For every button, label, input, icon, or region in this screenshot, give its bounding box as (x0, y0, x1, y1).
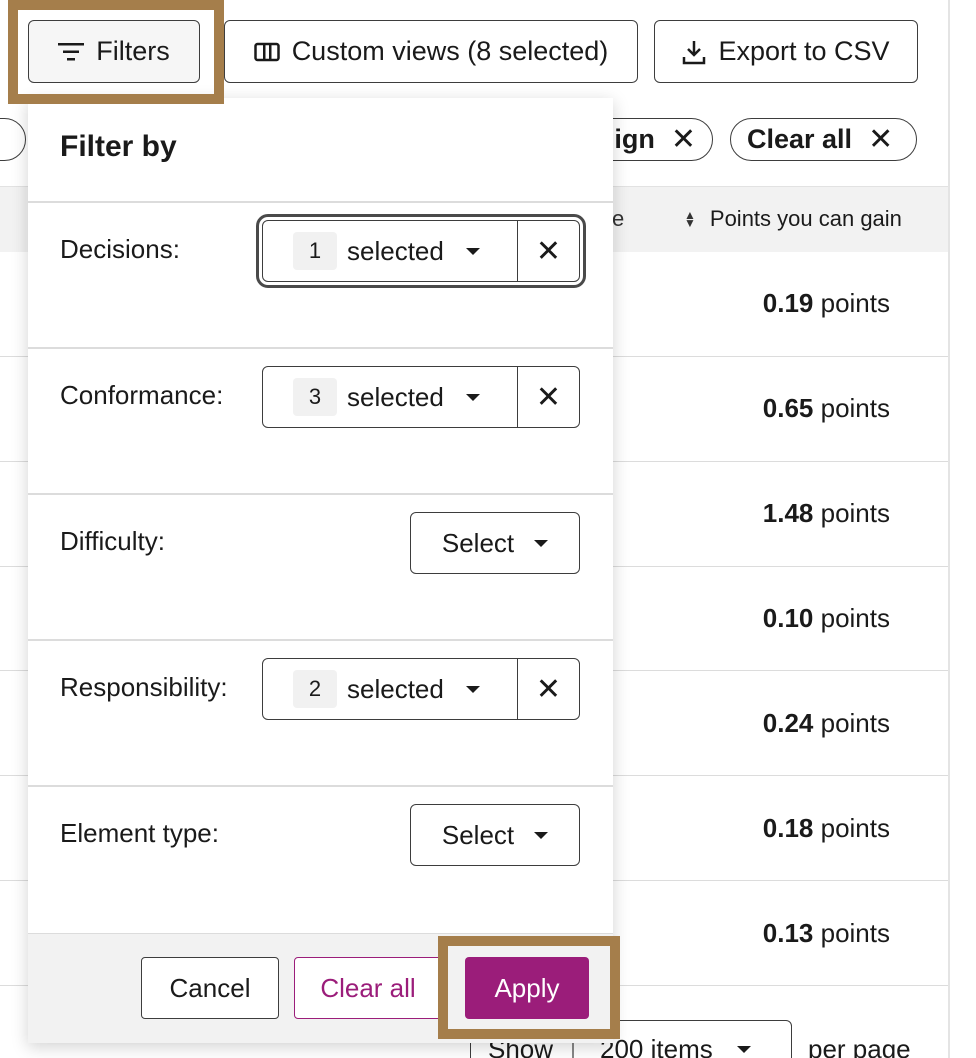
filter-popup: Filter by Decisions: 1 selected ✕ Confor… (28, 98, 613, 1043)
points-cell: 0.65 points (762, 393, 890, 423)
chevron-down-icon (465, 247, 480, 255)
filter-chip-label: ign (614, 124, 655, 154)
points-cell: 1.48 points (762, 498, 890, 528)
custom-views-label: Custom views (8 selected) (291, 36, 609, 66)
page-size-value-label: 200 items (600, 1034, 713, 1058)
clear-all-chip-label: Clear all (747, 124, 853, 154)
filter-label-decisions: Decisions: (60, 234, 180, 264)
points-cell: 0.19 points (762, 288, 890, 318)
points-cell: 0.24 points (762, 708, 890, 738)
chevron-down-icon (465, 393, 480, 401)
points-cell: 0.10 points (762, 603, 890, 633)
selected-count-badge: 3 (293, 378, 337, 416)
chevron-down-icon (465, 685, 480, 693)
close-icon[interactable]: ✕ (868, 122, 893, 157)
page-size-value[interactable]: 200 items (600, 1034, 751, 1058)
filter-label-difficulty: Difficulty: (60, 526, 165, 556)
difficulty-select[interactable]: Select (410, 512, 580, 574)
filter-label-conformance: Conformance: (60, 380, 224, 410)
chevron-down-icon (534, 539, 549, 547)
popup-footer: Cancel Clear all Apply (28, 933, 613, 1043)
filter-label-responsibility: Responsibility: (60, 672, 228, 702)
clear-all-button[interactable]: Clear all (294, 957, 442, 1019)
divider (28, 347, 613, 349)
close-icon[interactable]: ✕ (671, 122, 696, 157)
popup-title: Filter by (60, 130, 177, 163)
divider (28, 639, 613, 641)
select-text: Select (441, 527, 515, 558)
column-header-points[interactable]: ▲ ▼ Points you can gain (684, 206, 902, 232)
selected-count-badge: 1 (293, 232, 337, 270)
filters-button[interactable]: Filters (28, 20, 200, 83)
chevron-down-icon (534, 831, 549, 839)
clear-selection-icon[interactable]: ✕ (517, 659, 579, 719)
points-cell: 0.18 points (762, 813, 890, 843)
clear-all-chip[interactable]: Clear all ✕ (730, 118, 917, 161)
per-page-label: per page (808, 1034, 911, 1058)
chevron-down-icon (736, 1046, 751, 1053)
divider (28, 493, 613, 495)
export-csv-button[interactable]: Export to CSV (654, 20, 918, 83)
custom-views-button[interactable]: Custom views (8 selected) (224, 20, 638, 83)
page-right-border (948, 0, 950, 1058)
columns-icon (253, 42, 280, 61)
column-header-points-label: Points you can gain (709, 206, 902, 231)
divider (28, 785, 613, 787)
select-text: selected (347, 381, 444, 412)
selected-count-badge: 2 (293, 670, 337, 708)
decisions-select[interactable]: 1 selected ✕ (256, 214, 586, 288)
filters-button-label: Filters (96, 36, 170, 66)
points-cell: 0.13 points (762, 918, 890, 948)
column-header-partial[interactable]: e (612, 206, 624, 232)
clear-selection-icon[interactable]: ✕ (517, 221, 579, 281)
export-csv-label: Export to CSV (718, 36, 890, 66)
element-type-select[interactable]: Select (410, 804, 580, 866)
download-icon (683, 40, 706, 64)
page-size-divider (572, 1042, 574, 1058)
filter-icon (58, 42, 85, 60)
select-text: Select (441, 819, 515, 850)
filter-label-element-type: Element type: (60, 818, 219, 848)
cancel-button[interactable]: Cancel (141, 957, 279, 1019)
sort-icon[interactable]: ▲ ▼ (684, 209, 696, 229)
apply-button[interactable]: Apply (465, 957, 589, 1019)
divider (28, 201, 613, 203)
clear-selection-icon[interactable]: ✕ (517, 367, 579, 427)
responsibility-select[interactable]: 2 selected ✕ (262, 658, 580, 720)
filter-chip-partial-left[interactable] (0, 118, 26, 161)
select-text: selected (347, 235, 444, 266)
select-text: selected (347, 673, 444, 704)
conformance-select[interactable]: 3 selected ✕ (262, 366, 580, 428)
